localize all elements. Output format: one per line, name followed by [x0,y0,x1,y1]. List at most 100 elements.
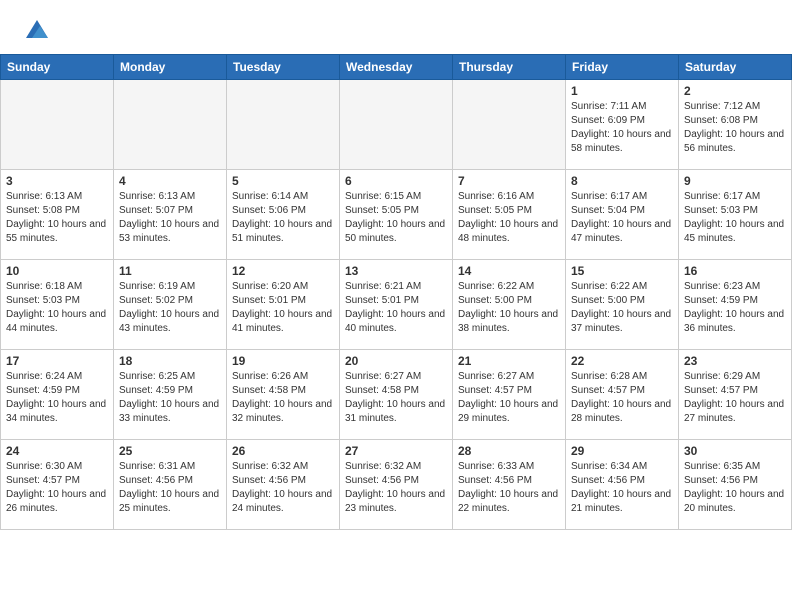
page-header [0,0,792,54]
day-info: Sunrise: 6:26 AM Sunset: 4:58 PM Dayligh… [232,370,334,426]
day-number: 13 [345,264,447,278]
calendar-cell: 18Sunrise: 6:25 AM Sunset: 4:59 PM Dayli… [114,350,227,440]
day-number: 12 [232,264,334,278]
day-info: Sunrise: 6:27 AM Sunset: 4:57 PM Dayligh… [458,370,560,426]
calendar-cell: 17Sunrise: 6:24 AM Sunset: 4:59 PM Dayli… [1,350,114,440]
day-number: 28 [458,444,560,458]
day-number: 4 [119,174,221,188]
calendar-cell: 29 Sunrise: 6:34 AM Sunset: 4:56 PM Dayli… [566,440,679,530]
day-info: Sunrise: 6:31 AM Sunset: 4:56 PM Dayligh… [119,460,221,516]
calendar-cell: 13 Sunrise: 6:21 AM Sunset: 5:01 PM Dayli… [340,260,453,350]
day-info: Sunrise: 6:13 AM Sunset: 5:07 PM Dayligh… [119,190,221,246]
calendar-cell: 30Sunrise: 6:35 AM Sunset: 4:56 PM Dayli… [679,440,792,530]
day-info: Sunrise: 6:17 AM Sunset: 5:03 PM Dayligh… [684,190,786,246]
dow-header-wednesday: Wednesday [340,55,453,80]
day-number: 15 [571,264,673,278]
days-of-week-row: SundayMondayTuesdayWednesdayThursdayFrid… [1,55,792,80]
day-number: 19 [232,354,334,368]
day-info: Sunrise: 6:23 AM Sunset: 4:59 PM Dayligh… [684,280,786,336]
day-number: 2 [684,84,786,98]
calendar-cell: 6 Sunrise: 6:15 AM Sunset: 5:05 PM Daylig… [340,170,453,260]
day-number: 30 [684,444,786,458]
day-number: 23 [684,354,786,368]
calendar-week-4: 17Sunrise: 6:24 AM Sunset: 4:59 PM Dayli… [1,350,792,440]
day-info: Sunrise: 7:12 AM Sunset: 6:08 PM Dayligh… [684,100,786,156]
day-info: Sunrise: 6:22 AM Sunset: 5:00 PM Dayligh… [571,280,673,336]
calendar-cell: 16 Sunrise: 6:23 AM Sunset: 4:59 PM Dayli… [679,260,792,350]
calendar-cell: 14 Sunrise: 6:22 AM Sunset: 5:00 PM Dayli… [453,260,566,350]
day-number: 21 [458,354,560,368]
day-info: Sunrise: 6:20 AM Sunset: 5:01 PM Dayligh… [232,280,334,336]
day-info: Sunrise: 6:22 AM Sunset: 5:00 PM Dayligh… [458,280,560,336]
day-info: Sunrise: 6:24 AM Sunset: 4:59 PM Dayligh… [6,370,108,426]
calendar-body: 1 Sunrise: 7:11 AM Sunset: 6:09 PM Daylig… [1,80,792,530]
dow-header-sunday: Sunday [1,55,114,80]
calendar-cell: 9 Sunrise: 6:17 AM Sunset: 5:03 PM Daylig… [679,170,792,260]
calendar-cell [340,80,453,170]
day-info: Sunrise: 7:11 AM Sunset: 6:09 PM Dayligh… [571,100,673,156]
day-number: 7 [458,174,560,188]
day-number: 14 [458,264,560,278]
day-number: 10 [6,264,108,278]
calendar-cell: 8 Sunrise: 6:17 AM Sunset: 5:04 PM Daylig… [566,170,679,260]
calendar-cell: 12 Sunrise: 6:20 AM Sunset: 5:01 PM Dayli… [227,260,340,350]
calendar-table: SundayMondayTuesdayWednesdayThursdayFrid… [0,54,792,530]
dow-header-saturday: Saturday [679,55,792,80]
day-info: Sunrise: 6:18 AM Sunset: 5:03 PM Dayligh… [6,280,108,336]
day-number: 16 [684,264,786,278]
calendar-cell: 25 Sunrise: 6:31 AM Sunset: 4:56 PM Dayli… [114,440,227,530]
logo [20,16,52,46]
day-number: 6 [345,174,447,188]
day-info: Sunrise: 6:16 AM Sunset: 5:05 PM Dayligh… [458,190,560,246]
day-number: 9 [684,174,786,188]
day-info: Sunrise: 6:27 AM Sunset: 4:58 PM Dayligh… [345,370,447,426]
calendar-cell: 10 Sunrise: 6:18 AM Sunset: 5:03 PM Dayli… [1,260,114,350]
day-info: Sunrise: 6:29 AM Sunset: 4:57 PM Dayligh… [684,370,786,426]
calendar-cell: 22Sunrise: 6:28 AM Sunset: 4:57 PM Dayli… [566,350,679,440]
calendar-week-2: 3Sunrise: 6:13 AM Sunset: 5:08 PM Daylig… [1,170,792,260]
day-info: Sunrise: 6:32 AM Sunset: 4:56 PM Dayligh… [232,460,334,516]
calendar-cell: 26 Sunrise: 6:32 AM Sunset: 4:56 PM Dayli… [227,440,340,530]
calendar-cell: 7 Sunrise: 6:16 AM Sunset: 5:05 PM Daylig… [453,170,566,260]
day-number: 11 [119,264,221,278]
calendar-cell: 15 Sunrise: 6:22 AM Sunset: 5:00 PM Dayli… [566,260,679,350]
calendar-cell: 28 Sunrise: 6:33 AM Sunset: 4:56 PM Dayli… [453,440,566,530]
calendar-cell: 24 Sunrise: 6:30 AM Sunset: 4:57 PM Dayli… [1,440,114,530]
dow-header-monday: Monday [114,55,227,80]
calendar-cell: 19 Sunrise: 6:26 AM Sunset: 4:58 PM Dayli… [227,350,340,440]
calendar-cell: 4 Sunrise: 6:13 AM Sunset: 5:07 PM Daylig… [114,170,227,260]
day-number: 20 [345,354,447,368]
day-info: Sunrise: 6:34 AM Sunset: 4:56 PM Dayligh… [571,460,673,516]
day-info: Sunrise: 6:33 AM Sunset: 4:56 PM Dayligh… [458,460,560,516]
day-info: Sunrise: 6:14 AM Sunset: 5:06 PM Dayligh… [232,190,334,246]
dow-header-tuesday: Tuesday [227,55,340,80]
day-info: Sunrise: 6:25 AM Sunset: 4:59 PM Dayligh… [119,370,221,426]
day-number: 5 [232,174,334,188]
dow-header-friday: Friday [566,55,679,80]
dow-header-thursday: Thursday [453,55,566,80]
day-number: 26 [232,444,334,458]
calendar-cell: 23 Sunrise: 6:29 AM Sunset: 4:57 PM Dayli… [679,350,792,440]
day-info: Sunrise: 6:17 AM Sunset: 5:04 PM Dayligh… [571,190,673,246]
day-info: Sunrise: 6:30 AM Sunset: 4:57 PM Dayligh… [6,460,108,516]
day-number: 1 [571,84,673,98]
calendar-cell: 5 Sunrise: 6:14 AM Sunset: 5:06 PM Daylig… [227,170,340,260]
day-number: 29 [571,444,673,458]
day-info: Sunrise: 6:19 AM Sunset: 5:02 PM Dayligh… [119,280,221,336]
day-info: Sunrise: 6:13 AM Sunset: 5:08 PM Dayligh… [6,190,108,246]
calendar-cell [1,80,114,170]
calendar-week-5: 24 Sunrise: 6:30 AM Sunset: 4:57 PM Dayli… [1,440,792,530]
day-number: 22 [571,354,673,368]
day-number: 24 [6,444,108,458]
day-info: Sunrise: 6:21 AM Sunset: 5:01 PM Dayligh… [345,280,447,336]
calendar-cell: 1 Sunrise: 7:11 AM Sunset: 6:09 PM Daylig… [566,80,679,170]
day-info: Sunrise: 6:32 AM Sunset: 4:56 PM Dayligh… [345,460,447,516]
day-number: 25 [119,444,221,458]
day-number: 27 [345,444,447,458]
day-info: Sunrise: 6:15 AM Sunset: 5:05 PM Dayligh… [345,190,447,246]
calendar-cell: 21 Sunrise: 6:27 AM Sunset: 4:57 PM Dayli… [453,350,566,440]
day-number: 8 [571,174,673,188]
calendar-cell [114,80,227,170]
calendar-cell: 27 Sunrise: 6:32 AM Sunset: 4:56 PM Dayli… [340,440,453,530]
calendar-cell: 11 Sunrise: 6:19 AM Sunset: 5:02 PM Dayli… [114,260,227,350]
